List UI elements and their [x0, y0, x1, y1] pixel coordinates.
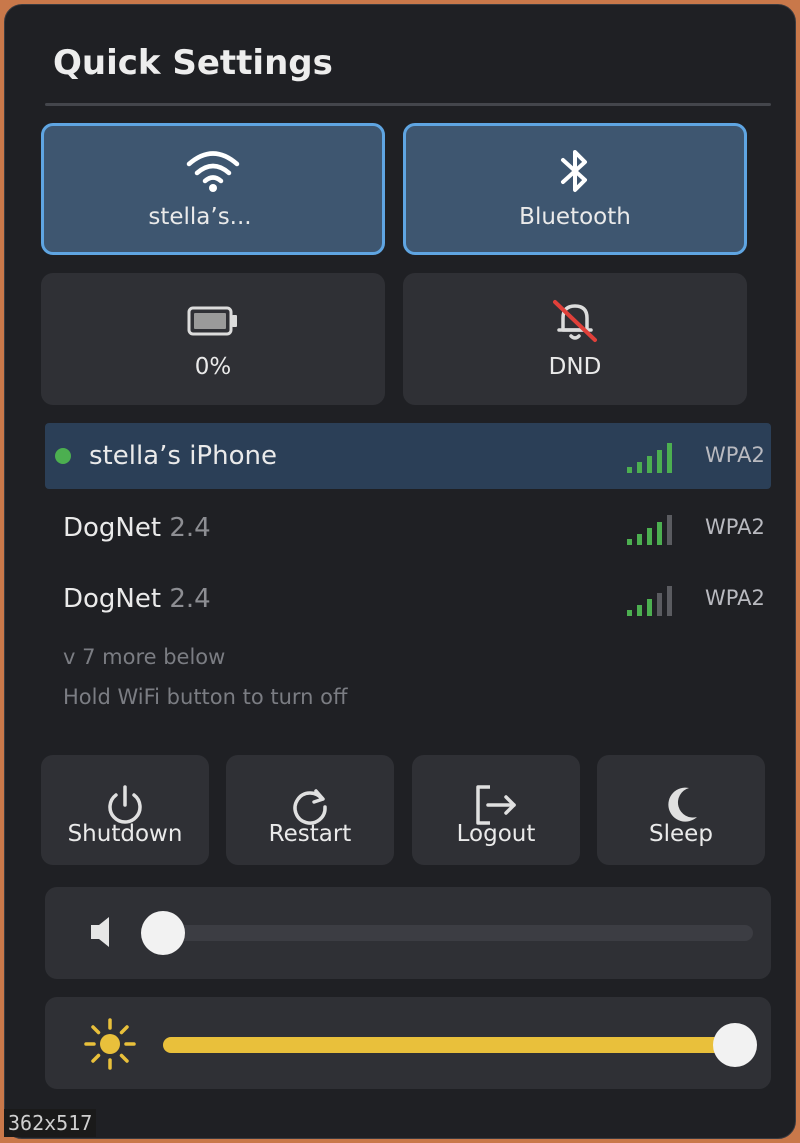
- restart-button[interactable]: Restart: [226, 755, 394, 865]
- network-ssid: DogNet 2.4: [63, 584, 211, 614]
- network-item-connected[interactable]: stella’s iPhone WPA2: [45, 423, 771, 489]
- network-security-label: WPA2: [705, 515, 765, 539]
- network-security-label: WPA2: [705, 586, 765, 610]
- signal-strength-icon: [627, 515, 672, 545]
- network-ssid: stella’s iPhone: [89, 441, 277, 471]
- bluetooth-tile-label: Bluetooth: [519, 204, 631, 230]
- sun-icon: [83, 1017, 137, 1075]
- battery-tile[interactable]: 0%: [41, 273, 385, 405]
- volume-slider[interactable]: [141, 911, 753, 955]
- shutdown-button[interactable]: Shutdown: [41, 755, 209, 865]
- network-ssid: DogNet 2.4: [63, 513, 211, 543]
- brightness-knob[interactable]: [713, 1023, 757, 1067]
- bluetooth-toggle-tile[interactable]: Bluetooth: [403, 123, 747, 255]
- signal-strength-icon: [627, 586, 672, 616]
- volume-slider-panel: [45, 887, 771, 979]
- bluetooth-icon: [558, 148, 592, 194]
- wifi-icon: [185, 148, 241, 194]
- volume-knob[interactable]: [141, 911, 185, 955]
- dnd-toggle-tile[interactable]: DND: [403, 273, 747, 405]
- dimensions-overlay: 362x517: [4, 1109, 97, 1137]
- brightness-slider-panel: [45, 997, 771, 1089]
- sleep-button[interactable]: Sleep: [597, 755, 765, 865]
- restart-label: Restart: [268, 821, 352, 847]
- quick-settings-panel: Quick Settings stella’s... Bluetooth 0% …: [4, 4, 796, 1139]
- battery-tile-label: 0%: [194, 354, 232, 380]
- panel-title: Quick Settings: [53, 43, 333, 83]
- wifi-toggle-hint: Hold WiFi button to turn off: [63, 685, 348, 709]
- wifi-tile-label: stella’s...: [148, 204, 252, 230]
- more-networks-hint[interactable]: v 7 more below: [63, 645, 225, 669]
- brightness-slider[interactable]: [163, 1023, 757, 1067]
- dnd-tile-label: DND: [548, 354, 602, 380]
- sleep-label: Sleep: [649, 821, 713, 847]
- brightness-fill: [163, 1037, 753, 1053]
- bell-off-icon: [549, 298, 601, 344]
- shutdown-label: Shutdown: [67, 821, 183, 847]
- logout-label: Logout: [456, 821, 536, 847]
- title-divider: [45, 103, 771, 106]
- logout-button[interactable]: Logout: [412, 755, 580, 865]
- network-security-label: WPA2: [705, 443, 765, 467]
- network-item[interactable]: DogNet 2.4 WPA2: [45, 566, 771, 632]
- speaker-icon: [85, 909, 115, 959]
- wifi-toggle-tile[interactable]: stella’s...: [41, 123, 385, 255]
- battery-icon: [187, 298, 239, 344]
- connected-indicator-dot: [55, 448, 71, 464]
- signal-strength-icon: [627, 443, 672, 473]
- network-item[interactable]: DogNet 2.4 WPA2: [45, 495, 771, 561]
